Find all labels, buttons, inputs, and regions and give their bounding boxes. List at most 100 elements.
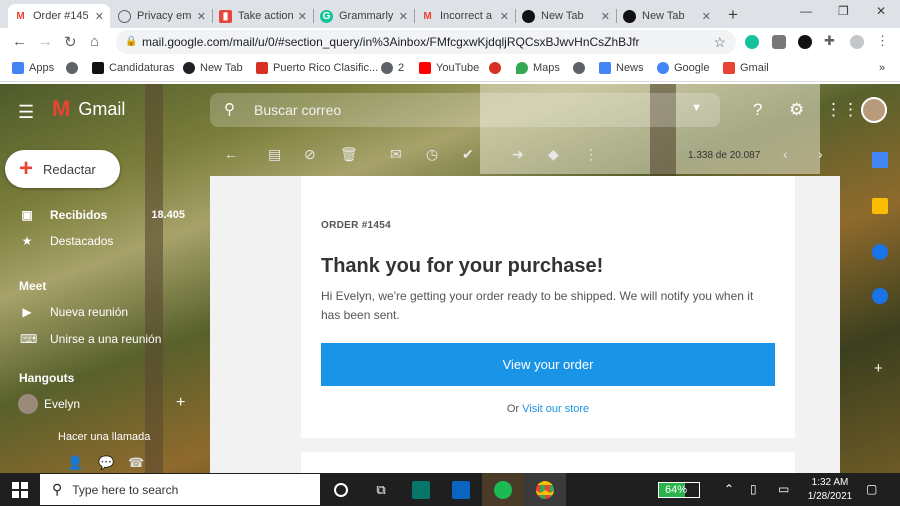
notifications-icon[interactable]: ▢ <box>866 482 877 496</box>
device-icon[interactable]: ▯ <box>750 482 757 496</box>
snooze-icon[interactable]: ◷ <box>426 146 438 163</box>
outlook-icon[interactable] <box>440 473 482 506</box>
battery-indicator[interactable]: 64% <box>658 482 700 498</box>
label-icon[interactable]: ◆ <box>548 146 559 163</box>
bookmark-globe-2[interactable] <box>573 62 590 74</box>
close-window-icon[interactable]: ✕ <box>876 4 886 18</box>
bookmark-2[interactable]: 2 <box>381 62 404 74</box>
gear-icon[interactable]: ⚙ <box>789 100 804 120</box>
brand-icon <box>489 62 501 74</box>
bookmark-puerto-rico[interactable]: Puerto Rico Clasific... <box>256 62 378 74</box>
add-hangout-icon[interactable]: + <box>176 394 185 412</box>
sidebar-item-join-meeting[interactable]: ⌨ Unirse a una reunión <box>0 328 200 350</box>
taskbar-search[interactable]: ⚲ Type here to search <box>40 474 320 505</box>
newer-icon[interactable]: ‹ <box>783 146 788 162</box>
calendar-icon[interactable] <box>872 152 888 168</box>
address-bar[interactable]: 🔒 mail.google.com/mail/u/0/#section_quer… <box>116 30 736 54</box>
tab-incorrect[interactable]: M Incorrect a ✕ <box>415 4 515 28</box>
menu-dots-icon[interactable]: ⋮ <box>876 33 890 48</box>
close-icon[interactable]: ✕ <box>95 10 104 23</box>
sidebar-item-starred[interactable]: ★ Destacados <box>0 230 200 252</box>
add-to-tasks-icon[interactable]: ✔ <box>462 146 474 163</box>
publisher-icon[interactable] <box>400 473 442 506</box>
bookmark-maps[interactable]: Maps <box>516 62 560 74</box>
sidebar-item-inbox[interactable]: ▣ Recibidos 18.405 <box>0 204 200 226</box>
main-menu-icon[interactable]: ☰ <box>18 102 34 123</box>
compose-button[interactable]: + Redactar <box>5 150 120 188</box>
visit-store-link[interactable]: Visit our store <box>522 403 589 415</box>
cortana-icon[interactable] <box>320 473 362 506</box>
gmail-logo[interactable]: M Gmail <box>52 96 125 122</box>
search-input[interactable] <box>254 101 674 119</box>
bookmark-candidaturas[interactable]: Candidaturas <box>92 62 174 74</box>
close-icon[interactable]: ✕ <box>601 10 610 23</box>
reload-icon[interactable]: ↻ <box>64 33 77 51</box>
close-icon[interactable]: ✕ <box>298 10 307 23</box>
display-icon[interactable]: ▭ <box>778 482 789 496</box>
forward-icon[interactable]: → <box>38 33 53 50</box>
search-bar[interactable]: ⚲ ▼ <box>210 93 720 127</box>
keep-icon[interactable] <box>872 198 888 214</box>
tab-privacy[interactable]: Privacy em ✕ <box>112 4 212 28</box>
mark-unread-icon[interactable]: ✉ <box>390 146 402 163</box>
home-icon[interactable]: ⌂ <box>90 33 99 50</box>
view-order-button[interactable]: View your order <box>321 343 775 386</box>
search-options-icon[interactable]: ▼ <box>691 102 702 114</box>
windows-start-icon[interactable] <box>12 482 28 498</box>
archive-icon[interactable]: ▤ <box>268 146 281 163</box>
apps-grid-icon[interactable]: ⋮⋮ <box>825 100 859 120</box>
puzzle-icon[interactable]: ✚ <box>824 33 838 48</box>
bookmark-label: Puerto Rico Clasific... <box>273 62 379 74</box>
bookmark-star-icon[interactable]: ☆ <box>713 30 726 54</box>
close-icon[interactable]: ✕ <box>702 10 711 23</box>
minimize-icon[interactable]: — <box>800 4 812 18</box>
extension-icon[interactable] <box>772 35 786 49</box>
make-call-link[interactable]: Hacer una llamada <box>58 431 150 443</box>
new-tab-button[interactable]: + <box>728 5 738 25</box>
bookmark-youtube[interactable]: YouTube <box>419 62 479 74</box>
bookmark-google[interactable]: Google <box>657 62 709 74</box>
close-icon[interactable]: ✕ <box>197 10 206 23</box>
tab-take-action[interactable]: ▮ Take action ✕ <box>213 4 313 28</box>
task-view-icon[interactable]: ⧉ <box>360 473 402 506</box>
move-to-icon[interactable]: ➜ <box>512 146 524 163</box>
delete-icon[interactable]: 🗑 <box>340 146 358 163</box>
add-addon-icon[interactable]: + <box>874 360 890 377</box>
restore-icon[interactable]: ❐ <box>838 4 849 18</box>
clock[interactable]: 1:32 AM 1/28/2021 <box>800 476 860 504</box>
search-icon[interactable]: ⚲ <box>224 100 235 118</box>
avatar[interactable] <box>861 97 887 123</box>
profile-icon[interactable] <box>850 35 864 49</box>
tab-new-2[interactable]: New Tab ✕ <box>617 4 717 28</box>
chrome-icon[interactable] <box>524 473 566 506</box>
chat-icon[interactable]: 💬 <box>98 455 114 471</box>
bookmark-globe[interactable] <box>66 62 83 74</box>
person-icon[interactable]: 👤 <box>67 455 83 471</box>
older-icon[interactable]: › <box>818 146 823 162</box>
bookmark-apps[interactable]: Apps <box>12 62 54 74</box>
tab-grammarly[interactable]: G Grammarly ✕ <box>314 4 414 28</box>
close-icon[interactable]: ✕ <box>500 10 509 23</box>
grammarly-extension-icon[interactable] <box>745 35 759 49</box>
bookmark-news[interactable]: News <box>599 62 644 74</box>
tab-order[interactable]: M Order #145 ✕ <box>8 4 110 28</box>
more-icon[interactable]: ⋮ <box>584 146 598 163</box>
bookmarks-overflow[interactable]: » <box>879 62 885 74</box>
report-spam-icon[interactable]: ⊘ <box>304 146 316 163</box>
phone-icon[interactable]: ☎ <box>128 455 144 471</box>
tasks-icon[interactable] <box>872 244 888 260</box>
bookmark-gmail[interactable]: Gmail <box>723 62 769 74</box>
tab-new-1[interactable]: New Tab ✕ <box>516 4 616 28</box>
sidebar-item-new-meeting[interactable]: ▶ Nueva reunión <box>0 301 200 323</box>
bookmark-red[interactable] <box>489 62 506 74</box>
back-icon[interactable]: ← <box>12 33 27 50</box>
help-icon[interactable]: ? <box>753 100 762 120</box>
extension-icon[interactable] <box>798 35 812 49</box>
bookmark-new-tab[interactable]: New Tab <box>183 62 243 74</box>
back-to-inbox-icon[interactable]: ← <box>224 146 238 162</box>
hangouts-user[interactable]: Evelyn <box>18 394 80 414</box>
contacts-icon[interactable] <box>872 288 888 304</box>
tray-chevron-icon[interactable]: ⌃ <box>724 482 734 496</box>
close-icon[interactable]: ✕ <box>399 10 408 23</box>
spotify-icon[interactable] <box>482 473 524 506</box>
